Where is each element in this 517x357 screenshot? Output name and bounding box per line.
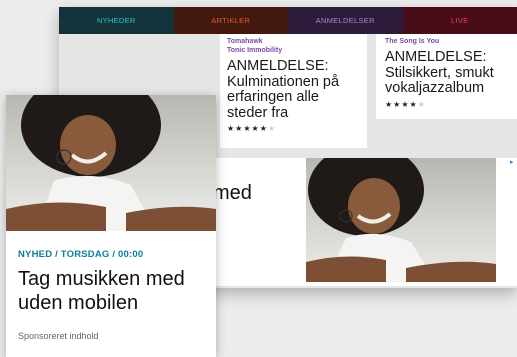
- review-card[interactable]: The Song Is You ANMELDELSE: Stilsikkert,…: [376, 34, 517, 119]
- nav-item-artikler[interactable]: ARTIKLER: [173, 7, 288, 34]
- ad-photo[interactable]: [306, 158, 496, 282]
- article-title[interactable]: Tag musikken med uden mobilen: [18, 267, 208, 315]
- review-album: Tonic Immobility: [227, 47, 283, 54]
- star-icon: ★: [251, 124, 260, 133]
- article-photo[interactable]: [6, 95, 216, 231]
- sponsored-label: Sponsoreret indhold: [18, 331, 99, 341]
- star-icon: ★: [243, 124, 252, 133]
- star-rating: ★★★★★★: [227, 124, 360, 133]
- review-artist: Tomahawk: [227, 38, 263, 45]
- star-rating: ★★★★★: [385, 100, 509, 109]
- review-card[interactable]: Tomahawk Tonic Immobility ANMELDELSE: Ku…: [220, 34, 367, 148]
- ad-headline-fragment[interactable]: med: [213, 182, 252, 205]
- star-icon-empty: ★: [417, 99, 426, 109]
- main-nav: NYHEDER ARTIKLER ANMELDELSER LIVE: [59, 7, 517, 34]
- review-album: The Song Is You: [385, 38, 440, 45]
- star-icon: ★: [259, 124, 268, 133]
- star-icon: ★: [409, 99, 418, 109]
- star-icon: ★: [385, 99, 394, 109]
- nav-item-nyheder[interactable]: NYHEDER: [59, 7, 174, 34]
- review-headline[interactable]: ANMELDELSE: Kulminationen på erfaringen …: [227, 58, 360, 121]
- star-icon: ★: [227, 124, 236, 133]
- review-headline[interactable]: ANMELDELSE: Stilsikkert, smukt vokaljazz…: [385, 49, 509, 97]
- star-icon: ★: [401, 99, 410, 109]
- nav-item-anmeldelser[interactable]: ANMELDELSER: [288, 7, 403, 34]
- star-icon-empty: ★: [267, 124, 277, 133]
- article-meta: NYHED / TORSDAG / 00:00: [18, 249, 144, 260]
- woman-with-earbuds-photo: [306, 158, 496, 282]
- nav-item-live[interactable]: LIVE: [402, 7, 517, 34]
- adchoices-icon[interactable]: ▸: [510, 158, 514, 166]
- woman-with-earbuds-photo: [6, 95, 216, 231]
